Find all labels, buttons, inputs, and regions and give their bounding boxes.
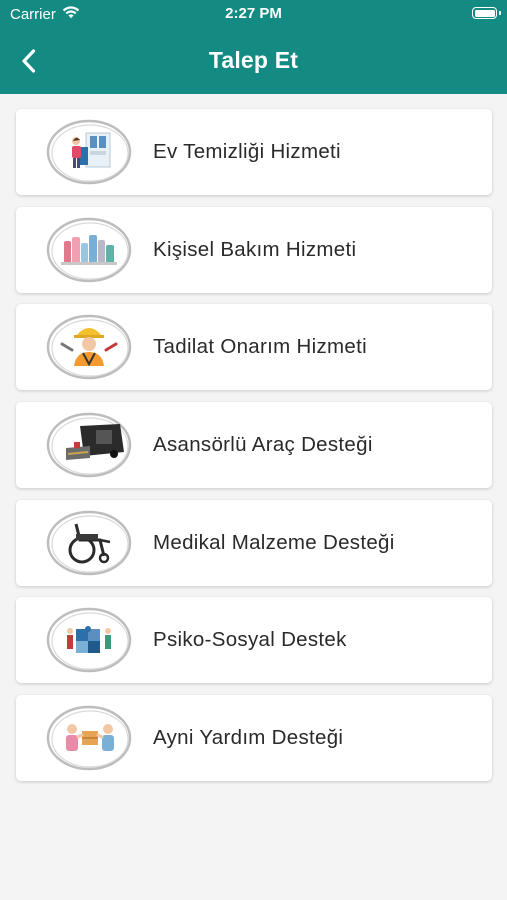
service-item-in-kind-aid[interactable]: Ayni Yardım Desteği: [16, 695, 492, 782]
app-header: Carrier 2:27 PM Talep Et: [0, 0, 507, 94]
aid-package-icon: [46, 705, 132, 772]
page-title: Talep Et: [208, 47, 299, 73]
service-item-lift-vehicle[interactable]: Asansörlü Araç Desteği: [16, 402, 492, 489]
status-bar: Carrier 2:27 PM: [0, 0, 507, 30]
service-item-personal-care[interactable]: Kişisel Bakım Hizmeti: [16, 206, 492, 293]
lift-vehicle-icon: [46, 412, 132, 479]
house-cleaning-icon: [46, 119, 132, 185]
personal-care-icon: [46, 216, 132, 283]
wheelchair-icon: [46, 509, 132, 576]
service-label: Ev Temizliği Hizmeti: [153, 140, 341, 163]
battery-icon: [472, 7, 501, 19]
service-label: Kişisel Bakım Hizmeti: [153, 237, 357, 261]
service-label: Psiko-Sosyal Destek: [153, 628, 347, 652]
service-label: Ayni Yardım Desteği: [153, 726, 344, 750]
service-item-psycho-social[interactable]: Psiko-Sosyal Destek: [16, 597, 492, 684]
service-item-medical-supply[interactable]: Medikal Malzeme Desteği: [16, 499, 492, 586]
service-item-repair[interactable]: Tadilat Onarım Hizmeti: [16, 304, 492, 391]
puzzle-people-icon: [46, 607, 132, 674]
service-label: Medikal Malzeme Desteği: [153, 530, 395, 554]
service-item-house-cleaning[interactable]: Ev Temizliği Hizmeti: [16, 109, 492, 195]
status-time: 2:27 PM: [225, 5, 282, 22]
service-label: Asansörlü Araç Desteği: [153, 433, 373, 457]
navigation-bar: Talep Et: [0, 30, 507, 94]
service-list: Ev Temizliği Hizmeti Kişisel Bakım Hizme…: [16, 109, 492, 793]
service-label: Tadilat Onarım Hizmeti: [153, 335, 367, 359]
repair-worker-icon: [46, 314, 132, 381]
